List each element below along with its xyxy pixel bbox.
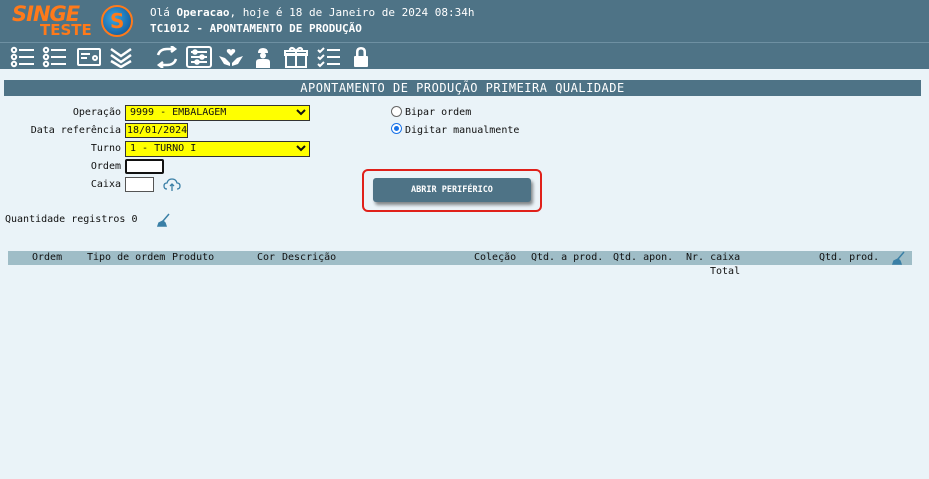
col-produto[interactable]: Produto	[172, 252, 214, 263]
operacao-select[interactable]: 9999 - EMBALAGEM	[125, 105, 310, 121]
operacao-value: 9999 - EMBALAGEM	[130, 107, 227, 118]
cloud-upload-icon[interactable]	[163, 178, 181, 192]
digitar-manualmente-radio[interactable]	[391, 123, 402, 134]
col-cor[interactable]: Cor	[257, 252, 275, 263]
turno-value: 1 - TURNO I	[130, 143, 197, 154]
tasks-icon[interactable]	[316, 46, 342, 68]
grid-total-label: Total	[710, 266, 741, 277]
abrir-periferico-button[interactable]: ABRIR PERIFÉRICO	[373, 178, 531, 202]
data-referencia-input[interactable]: 18/01/2024	[125, 123, 188, 138]
checklist-icon[interactable]	[42, 46, 68, 68]
col-ordem[interactable]: Ordem	[32, 252, 62, 263]
chevrons-down-icon[interactable]	[108, 46, 134, 69]
bipar-ordem-radio[interactable]	[391, 106, 402, 117]
turno-select[interactable]: 1 - TURNO I	[125, 141, 310, 157]
caixa-label: Caixa	[90, 179, 121, 190]
refresh-icon[interactable]	[154, 45, 180, 69]
bipar-ordem-label: Bipar ordem	[405, 107, 472, 118]
col-qtd-apon[interactable]: Qtd. apon.	[613, 252, 673, 263]
list-icon[interactable]	[10, 46, 36, 68]
gift-icon[interactable]	[283, 46, 309, 68]
col-descricao[interactable]: Descrição	[282, 252, 336, 263]
worker-icon[interactable]	[250, 46, 276, 68]
sliders-icon[interactable]	[186, 46, 212, 68]
ordem-input[interactable]	[125, 159, 164, 174]
card-icon[interactable]	[76, 46, 102, 68]
screen-title: TC1012 - APONTAMENTO DE PRODUÇÃO	[150, 22, 362, 35]
caixa-input[interactable]	[125, 177, 154, 192]
toolbar	[0, 42, 929, 69]
chevron-down-icon	[296, 109, 306, 116]
col-qtd-a-prod[interactable]: Qtd. a prod.	[531, 252, 603, 263]
grid-clear-broom-icon[interactable]	[891, 251, 906, 265]
col-nr-caixa[interactable]: Nr. caixa	[686, 252, 740, 263]
quantidade-registros: Quantidade registros 0	[5, 214, 137, 225]
turno-label: Turno	[90, 143, 121, 154]
user-name: Operacao	[176, 6, 230, 19]
brand-logo: SINGE TESTE	[10, 2, 98, 40]
greeting-text: Olá Operacao, hoje é 18 de Janeiro de 20…	[150, 6, 475, 19]
clear-broom-icon[interactable]	[156, 213, 171, 227]
digitar-manualmente-label: Digitar manualmente	[405, 125, 520, 136]
hands-heart-icon[interactable]	[218, 46, 244, 68]
col-colecao[interactable]: Coleção	[474, 252, 516, 263]
quantidade-count: 0	[131, 214, 138, 225]
section-title: APONTAMENTO DE PRODUÇÃO PRIMEIRA QUALIDA…	[4, 80, 921, 96]
col-tipo-de-ordem[interactable]: Tipo de ordem	[87, 252, 165, 263]
grid-header: Ordem Tipo de ordem Produto Cor Descriçã…	[8, 251, 912, 265]
brand-environment: TESTE	[40, 21, 92, 39]
lock-icon[interactable]	[348, 46, 374, 68]
quantidade-label: Quantidade registros	[5, 214, 126, 225]
chevron-down-icon	[296, 145, 306, 152]
top-header: SINGE TESTE S Olá Operacao, hoje é 18 de…	[0, 0, 929, 42]
ordem-label: Ordem	[90, 161, 121, 172]
data-referencia-label: Data referência	[30, 125, 121, 136]
company-logo-icon: S	[101, 5, 133, 37]
col-qtd-prod[interactable]: Qtd. prod.	[819, 252, 879, 263]
operacao-label: Operação	[72, 107, 121, 118]
